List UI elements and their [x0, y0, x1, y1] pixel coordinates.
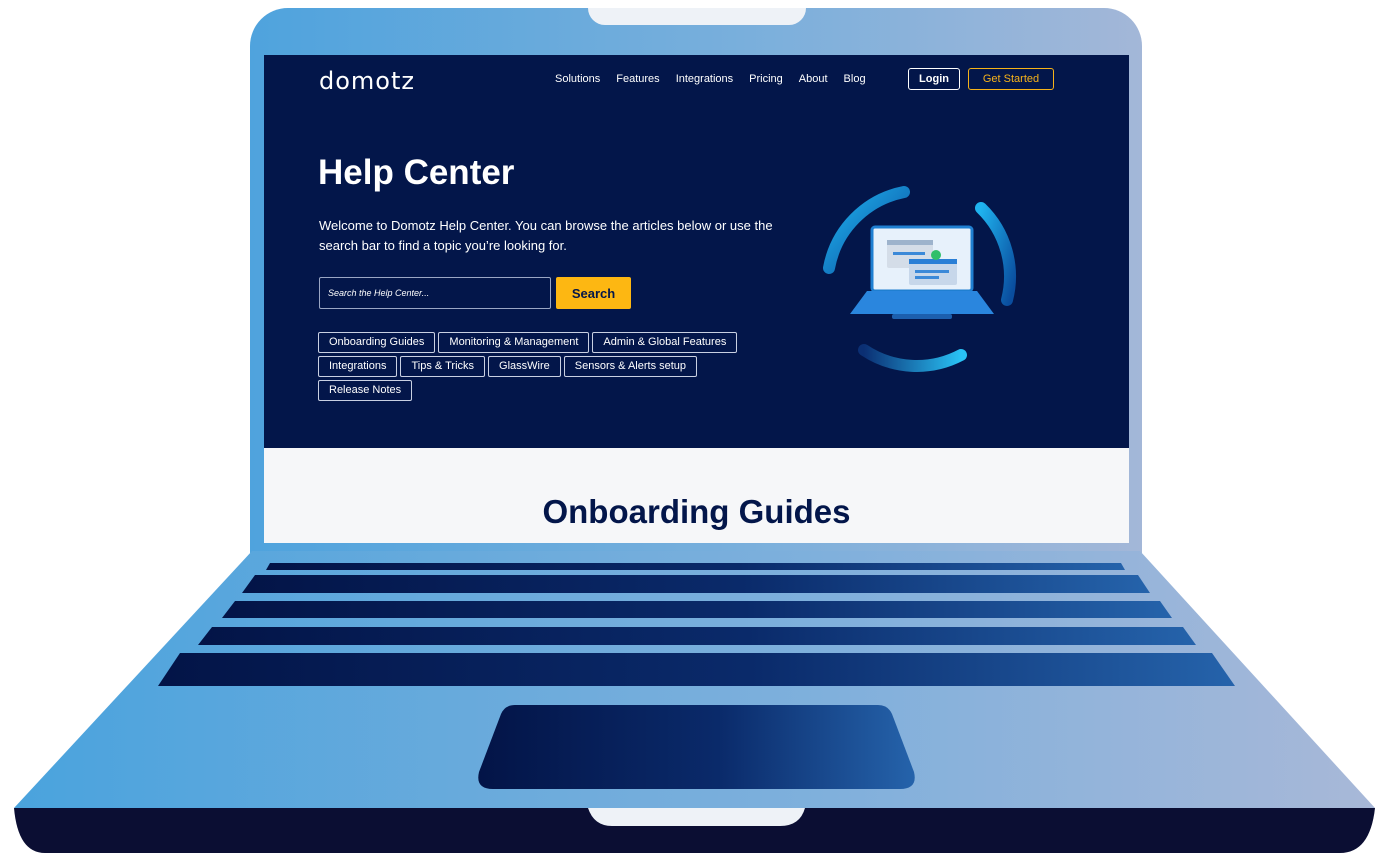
login-button[interactable]: Login	[908, 68, 960, 90]
page-title: Help Center	[318, 153, 515, 192]
category-admin-global-features[interactable]: Admin & Global Features	[592, 332, 738, 353]
search-input[interactable]	[319, 277, 551, 309]
section-title-onboarding-guides: Onboarding Guides	[542, 493, 851, 530]
nav-item-about[interactable]: About	[799, 73, 828, 85]
category-integrations[interactable]: Integrations	[318, 356, 398, 377]
laptop-camera-notch	[588, 8, 806, 25]
get-started-button[interactable]: Get Started	[968, 68, 1054, 90]
category-tips-tricks[interactable]: Tips & Tricks	[400, 356, 486, 377]
category-glasswire[interactable]: GlassWire	[488, 356, 561, 377]
nav-item-pricing[interactable]: Pricing	[749, 73, 783, 85]
main-nav: Solutions Features Integrations Pricing …	[555, 73, 882, 85]
search-button[interactable]: Search	[556, 277, 631, 309]
domotz-logo[interactable]: domotz	[319, 67, 415, 95]
category-onboarding-guides[interactable]: Onboarding Guides	[318, 332, 436, 353]
laptop-illustration	[823, 186, 1016, 372]
category-monitoring-management[interactable]: Monitoring & Management	[438, 332, 590, 353]
hero-section: domotz Solutions Features Integrations P…	[264, 55, 1129, 448]
welcome-text: Welcome to Domotz Help Center. You can b…	[319, 218, 773, 253]
laptop-screen: domotz Solutions Features Integrations P…	[264, 55, 1129, 543]
nav-item-blog[interactable]: Blog	[844, 73, 866, 85]
nav-item-features[interactable]: Features	[616, 73, 659, 85]
nav-item-integrations[interactable]: Integrations	[676, 73, 733, 85]
category-release-notes[interactable]: Release Notes	[318, 380, 413, 401]
category-chips: Onboarding Guides Monitoring & Managemen…	[318, 332, 793, 404]
category-sensors-alerts-setup[interactable]: Sensors & Alerts setup	[563, 356, 698, 377]
nav-item-solutions[interactable]: Solutions	[555, 73, 600, 85]
